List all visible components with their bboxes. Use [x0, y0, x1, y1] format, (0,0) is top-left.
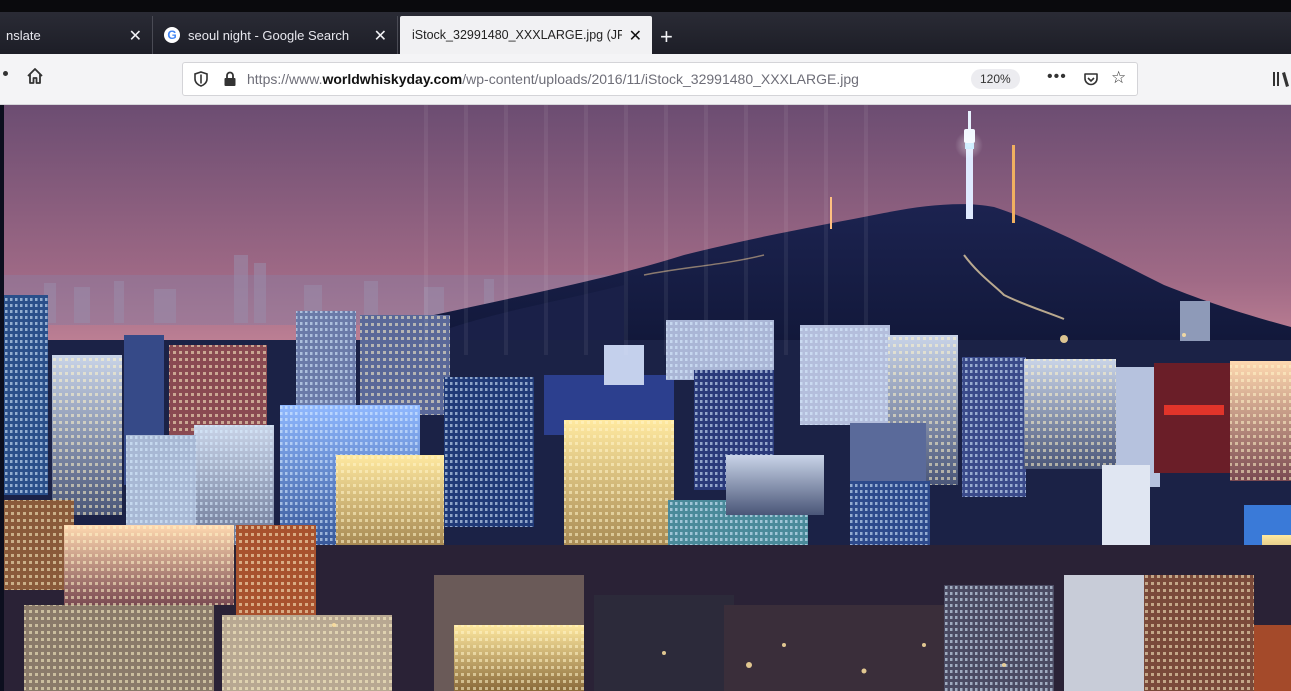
address-bar[interactable]: https://www.worldwhiskyday.com/wp-conten…	[182, 62, 1138, 96]
library-icon[interactable]	[1272, 71, 1291, 87]
pocket-icon[interactable]	[1083, 71, 1099, 87]
page-actions-menu-icon[interactable]: •••	[1047, 68, 1067, 86]
url-path: /wp-content/uploads/2016/11/iStock_32991…	[462, 71, 859, 87]
lock-icon[interactable]	[223, 71, 237, 87]
navigation-toolbar: https://www.worldwhiskyday.com/wp-conten…	[0, 54, 1291, 105]
tab-translate[interactable]: nslate ✕	[0, 16, 153, 54]
zoom-level-badge[interactable]: 120%	[971, 69, 1020, 89]
tab-label: iStock_32991480_XXXLARGE.jpg (JP	[412, 28, 622, 42]
back-button-edge[interactable]	[3, 71, 8, 76]
tab-label: seoul night - Google Search	[188, 27, 350, 43]
home-icon[interactable]	[25, 66, 45, 88]
tracking-protection-shield-icon[interactable]	[194, 71, 208, 87]
tab-google-search[interactable]: G seoul night - Google Search ✕	[152, 16, 398, 54]
tab-image-active[interactable]: iStock_32991480_XXXLARGE.jpg (JP ✕	[400, 16, 652, 54]
url-prefix: https://www.	[247, 71, 323, 87]
google-icon: G	[164, 27, 180, 43]
image-viewer	[4, 105, 1291, 691]
bookmark-star-icon[interactable]: ☆	[1111, 69, 1126, 87]
screen-bezel	[0, 0, 1291, 12]
tab-label: nslate	[6, 27, 41, 43]
tab-bar: nslate ✕ G seoul night - Google Search ✕…	[0, 12, 1291, 54]
new-tab-button[interactable]: +	[660, 26, 673, 48]
url-domain: worldwhiskyday.com	[322, 71, 463, 87]
close-tab-icon[interactable]: ✕	[374, 26, 387, 46]
close-tab-icon[interactable]: ✕	[129, 26, 142, 46]
city-skyline-image	[4, 105, 1291, 691]
url-text[interactable]: https://www.worldwhiskyday.com/wp-conten…	[247, 71, 859, 87]
close-tab-icon[interactable]: ✕	[629, 26, 642, 46]
